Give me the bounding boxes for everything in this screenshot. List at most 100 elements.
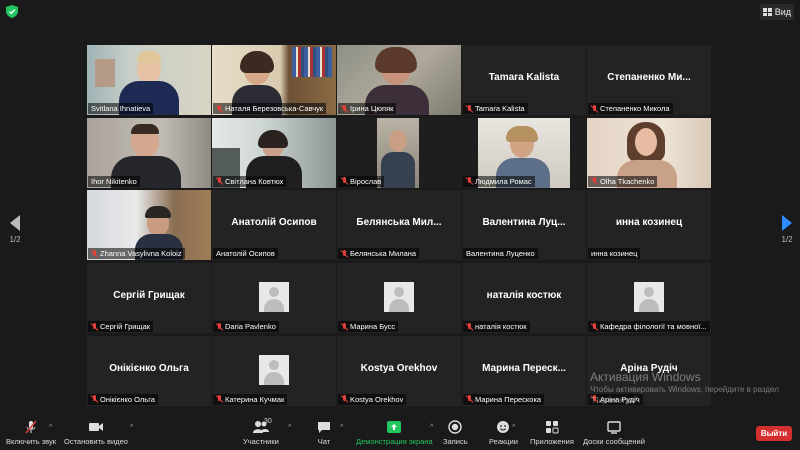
participant-name-label: Tamara Kalista: [463, 103, 528, 114]
mic-muted-icon: [591, 104, 598, 113]
participant-name-label: Ірина Цюпяк: [338, 103, 397, 114]
mic-muted-icon: [591, 322, 598, 331]
participant-name-label: Степаненко Микола: [588, 103, 673, 114]
mic-muted-icon: [341, 395, 348, 403]
record-button[interactable]: Запись: [443, 420, 468, 446]
video-options-chevron-icon[interactable]: ^: [130, 424, 133, 431]
participant-tile[interactable]: Ірина Цюпяк: [337, 45, 461, 115]
participant-tile[interactable]: инна козинец инна козинец: [587, 190, 711, 261]
mic-muted-icon: [341, 249, 348, 258]
participant-tile[interactable]: Людмила Ромас: [462, 117, 586, 188]
default-avatar-icon: [259, 282, 289, 313]
participant-tile[interactable]: Tamara Kalista Tamara Kalista: [462, 45, 586, 115]
mic-muted-icon: [24, 420, 38, 434]
participants-button[interactable]: 30 Участники: [243, 418, 279, 446]
mic-muted-icon: [341, 104, 348, 113]
share-screen-icon: [386, 420, 402, 434]
participant-name-label: Olha Tkachenko: [588, 175, 658, 187]
mic-muted-icon: [591, 395, 598, 403]
apps-label: Приложения: [530, 437, 574, 446]
meeting-toolbar: Включить звук ^ Остановить видео ^ 30 Уч…: [0, 414, 800, 450]
participant-tile[interactable]: наталія костюк наталія костюк: [462, 263, 586, 334]
record-label: Запись: [443, 437, 468, 446]
participant-display-name: Tamara Kalista: [488, 72, 560, 83]
mic-muted-icon: [91, 249, 98, 258]
share-options-chevron-icon[interactable]: ^: [430, 424, 433, 431]
participant-tile[interactable]: Степаненко Ми... Степаненко Микола: [587, 45, 711, 115]
default-avatar-icon: [384, 282, 414, 313]
chat-bubble-icon: [317, 420, 331, 434]
default-avatar-icon: [259, 354, 289, 385]
view-button-label: Вид: [774, 7, 791, 17]
participant-tile[interactable]: Катерина Кучмак: [212, 335, 336, 406]
participant-name-label: Белянська Милана: [338, 248, 420, 260]
participant-name-label: Вірослав: [338, 175, 385, 187]
participants-label: Участники: [243, 437, 279, 446]
next-page-button[interactable]: 1/2: [778, 215, 796, 244]
participant-name-label: Людмила Ромас: [463, 175, 535, 187]
participant-tile[interactable]: Марина Переск... Марина Перескока: [462, 335, 586, 406]
participant-tile[interactable]: Кафедра філології та мовної...: [587, 263, 711, 334]
mic-muted-icon: [591, 177, 598, 185]
arrow-right-icon: [782, 215, 792, 231]
participant-display-name: Kostya Orekhov: [360, 362, 438, 374]
participant-tile[interactable]: Валентина Луц... Валентина Луценко: [462, 190, 586, 261]
page-indicator-left: 1/2: [9, 235, 21, 244]
apps-button[interactable]: Приложения: [530, 420, 574, 446]
stop-video-button[interactable]: Остановить видео: [64, 420, 128, 446]
participant-name-label: наталія костюк: [463, 321, 530, 333]
participant-tile[interactable]: Сергій Грищак Сергій Грищак: [87, 263, 211, 334]
participant-name-label: Валентина Луценко: [463, 248, 538, 260]
zoom-meeting-window: Вид 1/2 1/2 Svitlana Ihnatieva Наталя Бе…: [0, 0, 800, 450]
participant-tile[interactable]: Світлана Ковтюх: [212, 117, 336, 188]
whiteboards-label: Доски сообщений: [583, 437, 645, 446]
default-avatar-icon: [634, 282, 664, 313]
leave-meeting-button[interactable]: Выйти: [756, 426, 792, 441]
participant-tile[interactable]: Kostya Orekhov Kostya Orekhov: [337, 335, 461, 406]
chat-options-chevron-icon[interactable]: ^: [340, 424, 343, 431]
unmute-label: Включить звук: [6, 437, 57, 446]
mic-muted-icon: [341, 177, 348, 185]
participant-display-name: Степаненко Ми...: [607, 72, 691, 83]
participant-tile[interactable]: Ihor Nikitenko: [87, 117, 211, 188]
whiteboard-icon: [607, 420, 621, 434]
share-screen-button[interactable]: Демонстрация экрана: [356, 420, 433, 446]
participant-tile[interactable]: Белянська Мил... Белянська Милана: [337, 190, 461, 261]
mic-muted-icon: [466, 177, 473, 185]
participant-tile[interactable]: Онікієнко Ольга Онікієнко Ольга: [87, 335, 211, 406]
participant-tile[interactable]: Марина Бусс: [337, 263, 461, 334]
participants-options-chevron-icon[interactable]: ^: [288, 424, 291, 431]
view-button[interactable]: Вид: [759, 4, 794, 20]
security-shield-icon[interactable]: [6, 5, 18, 18]
reactions-smiley-icon: [496, 420, 510, 434]
participants-count: 30: [263, 418, 272, 425]
mic-muted-icon: [466, 104, 473, 113]
participant-name-label: Kostya Orekhov: [338, 393, 407, 405]
participant-tile[interactable]: Daria Pavlenko: [212, 263, 336, 334]
previous-page-button[interactable]: 1/2: [6, 215, 24, 244]
participant-tile[interactable]: Zhanna Vasylivna Koloiz: [87, 190, 211, 261]
participant-display-name: Анатолій Осипов: [231, 217, 317, 229]
participant-display-name: Онікієнко Ольга: [109, 362, 189, 374]
mic-muted-icon: [216, 322, 223, 331]
participant-name-label: Онікієнко Ольга: [88, 393, 158, 405]
reactions-options-chevron-icon[interactable]: ^: [512, 424, 515, 431]
participant-name-label: Марина Перескока: [463, 393, 545, 405]
participant-name-label: инна козинец: [588, 248, 641, 260]
chat-button[interactable]: Чат: [317, 420, 331, 446]
participant-tile[interactable]: Olha Tkachenko: [587, 117, 711, 188]
whiteboards-button[interactable]: Доски сообщений: [583, 420, 645, 446]
participant-name-label: Daria Pavlenko: [213, 321, 279, 333]
participant-tile[interactable]: Анатолій Осипов Анатолій Осипов: [212, 190, 336, 261]
participant-tile[interactable]: Наталя Березовська-Савчук: [212, 45, 336, 115]
participant-tile[interactable]: Вірослав: [337, 117, 461, 188]
participant-display-name: Белянська Мил...: [356, 217, 442, 229]
participant-tile[interactable]: Svitlana Ihnatieva: [87, 45, 211, 115]
participants-icon: 30: [246, 418, 276, 434]
page-indicator-right: 1/2: [781, 235, 793, 244]
mic-muted-icon: [341, 322, 348, 331]
participant-tile[interactable]: Аріна Рудіч Аріна Рудіч: [587, 335, 711, 406]
stop-video-label: Остановить видео: [64, 437, 128, 446]
participant-display-name: инна козинец: [615, 217, 683, 229]
audio-options-chevron-icon[interactable]: ^: [49, 424, 52, 431]
